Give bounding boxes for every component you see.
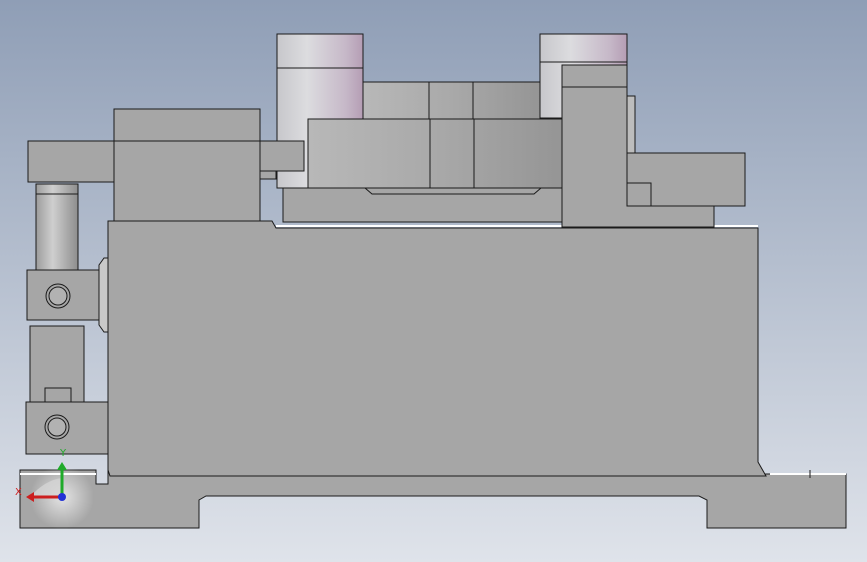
left-clamp-block-top[interactable]	[113, 108, 261, 142]
left-clamp-arm[interactable]	[27, 140, 115, 183]
upper-link-pin-inner	[48, 286, 68, 306]
lower-link-slot	[44, 387, 72, 403]
right-bracket-back-plate[interactable]	[626, 95, 636, 155]
middle-block-upper[interactable]	[362, 81, 541, 120]
top-slide-rail[interactable]	[282, 187, 564, 223]
left-clamp-pin[interactable]	[259, 140, 305, 172]
z-axis-dot	[58, 493, 66, 501]
main-body-block[interactable]	[107, 220, 767, 477]
cad-graphics-viewport[interactable]: X Y	[0, 0, 867, 562]
right-side-block[interactable]	[626, 152, 746, 207]
bottom-pivot-pin-inner	[47, 417, 67, 437]
middle-block-lower[interactable]	[307, 118, 563, 189]
body-connector-stud[interactable]	[98, 257, 109, 333]
left-clamp-block[interactable]	[113, 140, 261, 222]
model-canvas[interactable]: X Y	[0, 0, 867, 562]
x-axis-label: X	[15, 487, 22, 498]
left-vertical-rod[interactable]	[35, 183, 79, 271]
y-axis-label: Y	[59, 448, 67, 459]
left-clamp-pin-step	[259, 170, 277, 180]
